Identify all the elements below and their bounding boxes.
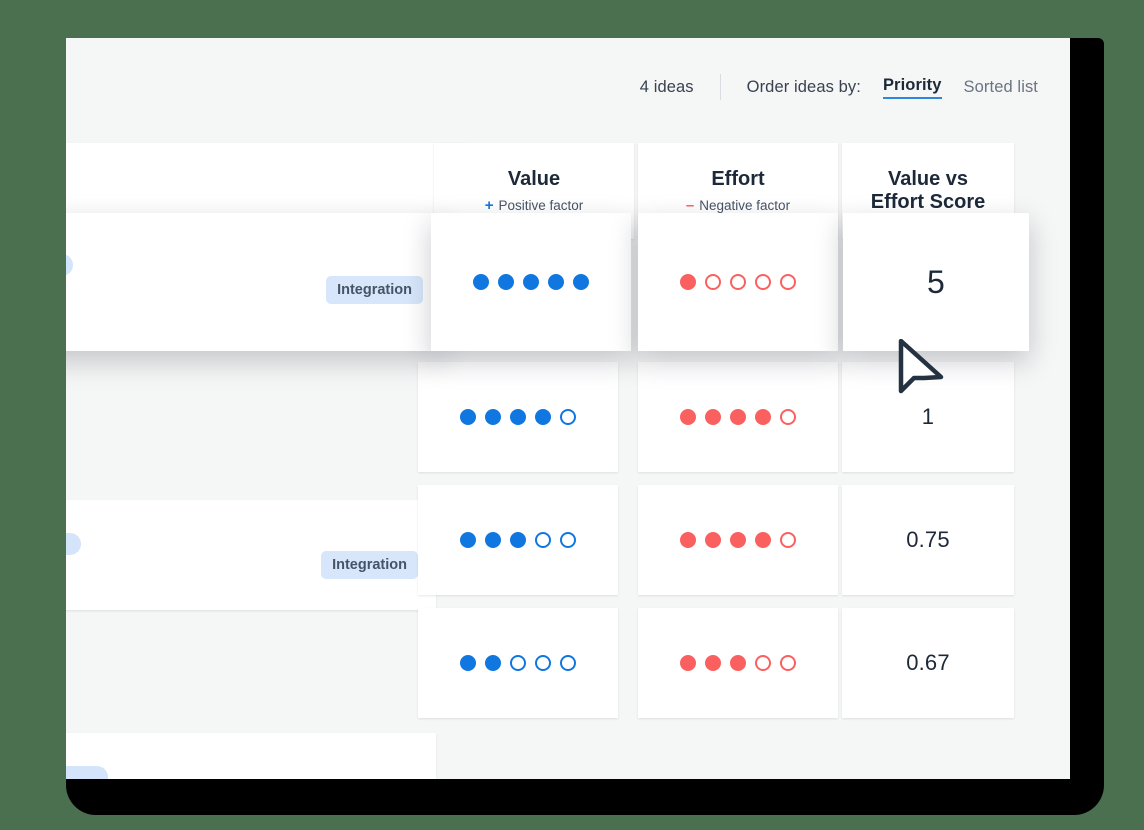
value-dot-3-empty[interactable] <box>510 655 526 671</box>
idea-title-placeholder <box>66 254 73 276</box>
effort-rating-cell[interactable] <box>638 608 838 718</box>
value-dot-1-filled[interactable] <box>460 409 476 425</box>
score-value: 1 <box>842 362 1014 472</box>
effort-rating-cell[interactable] <box>638 213 838 351</box>
value-dot-2-filled[interactable] <box>485 409 501 425</box>
value-rating-cell[interactable] <box>431 213 631 351</box>
table-row[interactable]: Integration <box>66 213 441 351</box>
toolbar-divider <box>720 74 721 100</box>
effort-dot-5-empty[interactable] <box>780 409 796 425</box>
effort-dot-4-empty[interactable] <box>755 655 771 671</box>
minus-icon: – <box>686 197 694 214</box>
order-option-sorted-list[interactable]: Sorted list <box>964 78 1038 97</box>
value-dots <box>418 362 618 472</box>
value-dot-5-empty[interactable] <box>560 409 576 425</box>
idea-title-placeholder <box>66 533 81 555</box>
effort-dot-3-empty[interactable] <box>730 274 746 290</box>
value-dot-5-empty[interactable] <box>560 532 576 548</box>
toolbar: 4 ideas Order ideas by: Priority Sorted … <box>66 38 1070 136</box>
column-header-score-title: Value vs Effort Score <box>864 168 992 214</box>
value-dot-3-filled[interactable] <box>523 274 539 290</box>
score-value: 0.75 <box>842 485 1014 595</box>
column-header-effort-subtitle-text: Negative factor <box>699 198 790 213</box>
effort-dot-2-filled[interactable] <box>705 409 721 425</box>
prioritization-panel: 4 ideas Order ideas by: Priority Sorted … <box>66 38 1070 779</box>
value-dot-2-filled[interactable] <box>498 274 514 290</box>
value-dot-1-filled[interactable] <box>460 532 476 548</box>
column-header-value-subtitle-text: Positive factor <box>498 198 583 213</box>
order-option-priority[interactable]: Priority <box>883 76 942 99</box>
value-rating-cell[interactable] <box>418 608 618 718</box>
value-dot-3-filled[interactable] <box>510 532 526 548</box>
score-cell[interactable]: 0.67 <box>842 608 1014 718</box>
value-rating-cell[interactable] <box>418 362 618 472</box>
effort-dot-3-filled[interactable] <box>730 532 746 548</box>
value-dots <box>418 608 618 718</box>
idea-title-placeholder <box>66 766 108 779</box>
value-dot-4-filled[interactable] <box>535 409 551 425</box>
effort-dot-3-filled[interactable] <box>730 409 746 425</box>
effort-dot-1-filled[interactable] <box>680 532 696 548</box>
effort-dot-3-filled[interactable] <box>730 655 746 671</box>
value-dot-4-empty[interactable] <box>535 655 551 671</box>
effort-dot-2-filled[interactable] <box>705 532 721 548</box>
effort-dot-4-filled[interactable] <box>755 409 771 425</box>
effort-dots <box>638 485 838 595</box>
effort-dot-5-empty[interactable] <box>780 274 796 290</box>
effort-dot-2-empty[interactable] <box>705 274 721 290</box>
value-dot-2-filled[interactable] <box>485 655 501 671</box>
score-cell[interactable]: 1 <box>842 362 1014 472</box>
value-dot-2-filled[interactable] <box>485 532 501 548</box>
plus-icon: + <box>485 197 494 214</box>
status-badge[interactable]: Integration <box>321 551 418 579</box>
column-header-effort-subtitle: – Negative factor <box>686 197 790 214</box>
effort-dots <box>638 362 838 472</box>
column-header-effort-title: Effort <box>711 168 764 191</box>
score-cell[interactable]: 5 <box>843 213 1029 351</box>
value-dot-4-empty[interactable] <box>535 532 551 548</box>
value-dot-5-filled[interactable] <box>573 274 589 290</box>
effort-dot-2-filled[interactable] <box>705 655 721 671</box>
value-dot-4-filled[interactable] <box>548 274 564 290</box>
value-dot-1-filled[interactable] <box>460 655 476 671</box>
table-row[interactable]: Integration <box>66 500 436 610</box>
effort-rating-cell[interactable] <box>638 485 838 595</box>
value-dot-5-empty[interactable] <box>560 655 576 671</box>
effort-rating-cell[interactable] <box>638 362 838 472</box>
effort-dot-5-empty[interactable] <box>780 655 796 671</box>
effort-dots <box>638 608 838 718</box>
effort-dot-1-filled[interactable] <box>680 409 696 425</box>
idea-count-label: 4 ideas <box>640 78 694 97</box>
effort-dot-4-empty[interactable] <box>755 274 771 290</box>
table-row[interactable]: UI Refresh <box>66 733 436 779</box>
status-badge[interactable]: Integration <box>326 276 423 304</box>
value-rating-cell[interactable] <box>418 485 618 595</box>
value-dots <box>431 213 631 351</box>
score-cell[interactable]: 0.75 <box>842 485 1014 595</box>
effort-dot-5-empty[interactable] <box>780 532 796 548</box>
effort-dot-4-filled[interactable] <box>755 532 771 548</box>
column-header-value-subtitle: + Positive factor <box>485 197 584 214</box>
score-value: 5 <box>843 213 1029 351</box>
value-dots <box>418 485 618 595</box>
column-header-value-title: Value <box>508 168 560 191</box>
effort-dot-1-filled[interactable] <box>680 274 696 290</box>
value-dot-1-filled[interactable] <box>473 274 489 290</box>
order-ideas-by-label: Order ideas by: <box>747 78 861 97</box>
score-value: 0.67 <box>842 608 1014 718</box>
value-dot-3-filled[interactable] <box>510 409 526 425</box>
effort-dots <box>638 213 838 351</box>
effort-dot-1-filled[interactable] <box>680 655 696 671</box>
